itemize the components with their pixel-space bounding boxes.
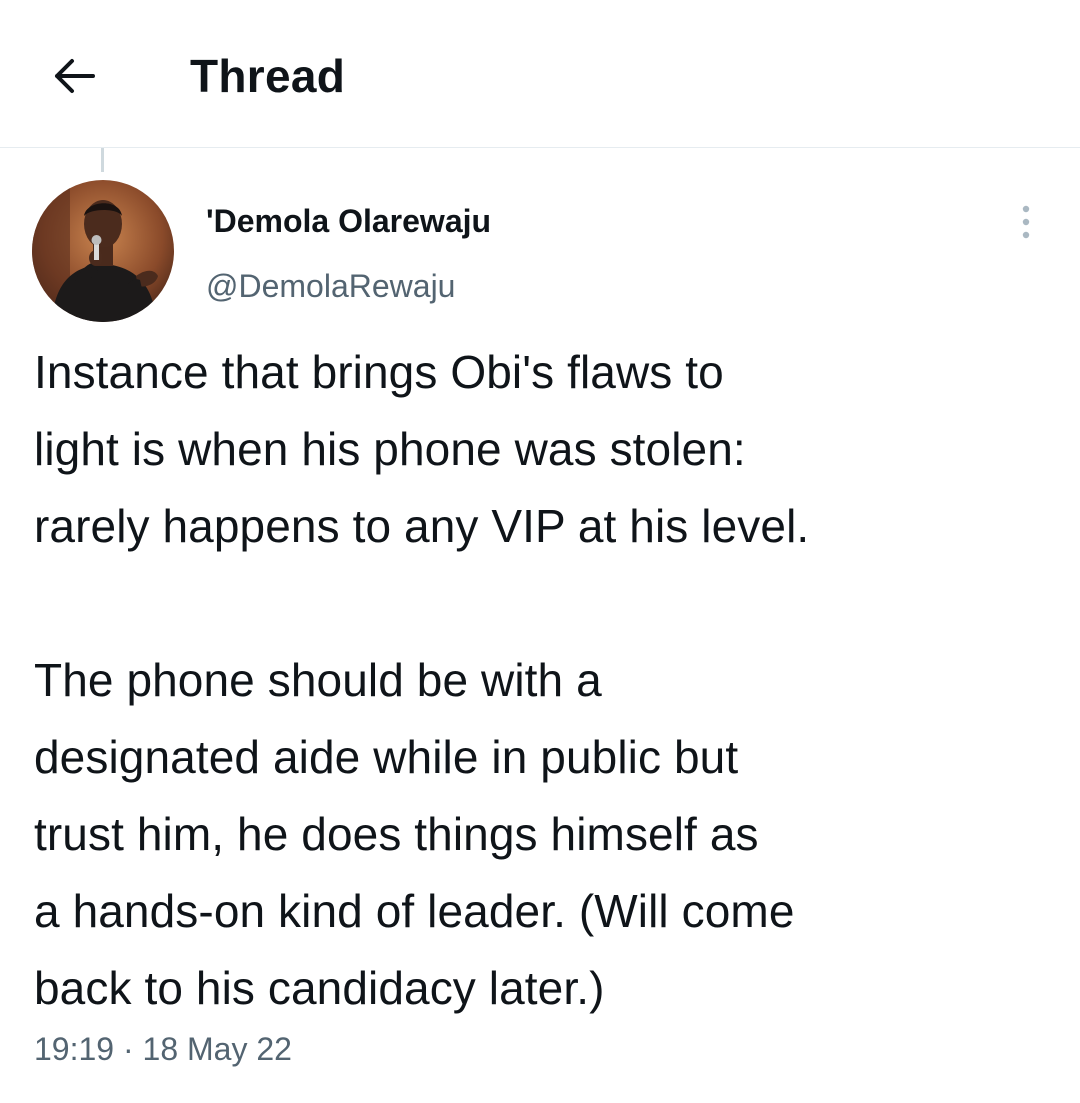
more-vertical-icon: [1022, 205, 1030, 239]
page-title: Thread: [190, 50, 346, 102]
author-display-name[interactable]: 'Demola Olarewaju: [206, 200, 491, 242]
tweet-date: 18 May 22: [142, 1031, 292, 1067]
more-options-button[interactable]: [1004, 200, 1048, 244]
tweet-time: 19:19: [34, 1031, 115, 1067]
thread-header: Thread: [0, 0, 1080, 148]
thread-connector-line: [101, 148, 104, 172]
author-handle[interactable]: @DemolaRewaju: [206, 265, 455, 307]
avatar-photo: [32, 180, 174, 322]
avatar[interactable]: [32, 180, 174, 322]
back-button[interactable]: [44, 46, 104, 106]
arrow-left-icon: [55, 59, 95, 93]
tweet-timestamp[interactable]: 19:19 · 18 May 22: [34, 1028, 292, 1070]
meta-separator: ·: [122, 1031, 134, 1067]
tweet-text: Instance that brings Obi's flaws to ligh…: [34, 346, 810, 1014]
